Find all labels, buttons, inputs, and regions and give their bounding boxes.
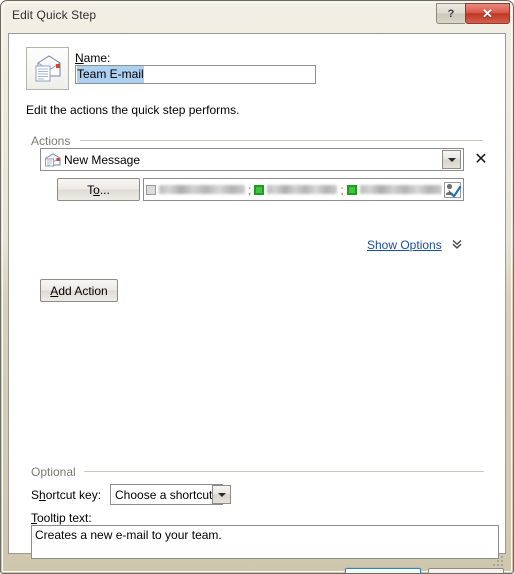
save-button[interactable]: Save bbox=[345, 568, 421, 573]
delete-action-button[interactable]: ✕ bbox=[472, 150, 490, 168]
close-button[interactable]: ✕ bbox=[465, 3, 510, 24]
shortcut-key-combo[interactable]: Choose a shortcut bbox=[110, 484, 232, 505]
shortcut-key-label: Shortcut key: bbox=[31, 488, 102, 502]
recipient-name-redacted bbox=[267, 185, 338, 194]
chevron-down-icon bbox=[217, 492, 226, 497]
add-action-button[interactable]: Add Action bbox=[40, 279, 118, 302]
presence-available-icon bbox=[254, 184, 265, 195]
name-input-value: Team E-mail bbox=[77, 66, 144, 83]
window-title: Edit Quick Step bbox=[12, 8, 97, 22]
name-label-accelerator: N bbox=[75, 51, 84, 65]
name-label: Name: bbox=[75, 51, 110, 65]
quick-step-icon-frame bbox=[26, 47, 69, 90]
presence-unknown-icon bbox=[146, 184, 156, 195]
optional-group-rule bbox=[84, 471, 484, 472]
dialog-body: Name: Team E-mail Edit the actions the q… bbox=[8, 33, 506, 573]
title-bar: Edit Quick Step ? ✕ bbox=[1, 1, 513, 31]
recipient-name-redacted bbox=[159, 185, 245, 194]
shortcut-key-value: Choose a shortcut bbox=[115, 487, 213, 502]
check-names-button[interactable] bbox=[442, 180, 462, 199]
caption-buttons: ? ✕ bbox=[436, 3, 510, 24]
recipient-chip[interactable] bbox=[346, 184, 442, 195]
optional-group-label: Optional bbox=[31, 465, 76, 479]
help-button[interactable]: ? bbox=[436, 3, 465, 24]
actions-group-label: Actions bbox=[31, 134, 71, 148]
close-icon: ✕ bbox=[474, 151, 488, 168]
show-options-chevron-button[interactable] bbox=[450, 237, 464, 251]
actions-group-rule bbox=[80, 140, 483, 141]
double-chevron-down-icon bbox=[452, 239, 462, 249]
close-icon: ✕ bbox=[482, 5, 493, 21]
name-label-rest: ame: bbox=[83, 51, 111, 65]
recipient-name-redacted bbox=[359, 185, 442, 194]
to-button[interactable]: To... bbox=[57, 178, 140, 201]
tooltip-text-input[interactable]: Creates a new e-mail to your team. bbox=[31, 525, 499, 559]
shortcut-key-dropdown-arrow[interactable] bbox=[212, 485, 232, 504]
question-mark-icon: ? bbox=[447, 7, 455, 20]
new-message-icon bbox=[45, 152, 61, 166]
action-type-combo[interactable]: New Message bbox=[40, 148, 464, 171]
show-options-link[interactable]: Show Options bbox=[367, 238, 442, 252]
to-button-label: To... bbox=[87, 182, 110, 197]
edit-quick-step-dialog: Edit Quick Step ? ✕ Name: Team E-mail Ed… bbox=[0, 0, 514, 574]
cancel-button[interactable]: Cancel bbox=[428, 568, 504, 573]
chevron-down-icon bbox=[447, 157, 456, 162]
recipient-chip[interactable] bbox=[254, 184, 338, 195]
dialog-subtitle: Edit the actions the quick step performs… bbox=[26, 103, 240, 117]
presence-available-icon bbox=[346, 184, 357, 195]
recipients-input[interactable]: ; ; ; bbox=[143, 178, 464, 201]
quick-step-email-icon bbox=[35, 54, 60, 81]
resize-grip-icon[interactable] bbox=[492, 555, 504, 567]
action-type-value: New Message bbox=[64, 152, 141, 167]
check-names-icon bbox=[443, 181, 461, 198]
add-action-label: Add Action bbox=[50, 283, 108, 298]
recipient-separator: ; bbox=[248, 182, 252, 197]
action-type-dropdown-arrow[interactable] bbox=[442, 150, 461, 169]
recipient-separator: ; bbox=[340, 182, 344, 197]
recipient-chip[interactable] bbox=[146, 184, 245, 195]
tooltip-text-label: Tooltip text: bbox=[31, 511, 92, 525]
name-input[interactable]: Team E-mail bbox=[75, 65, 316, 84]
